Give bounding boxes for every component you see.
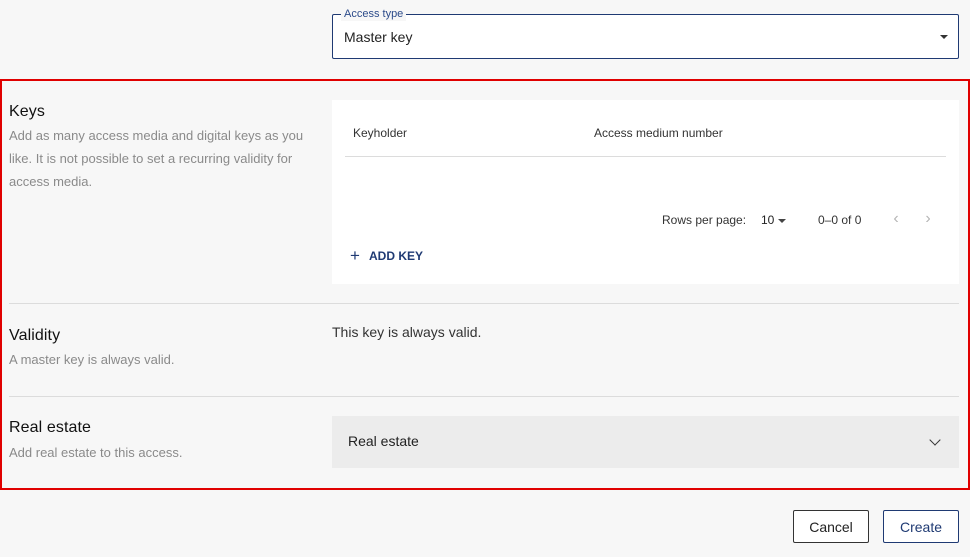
table-header-divider: [345, 156, 946, 157]
create-button[interactable]: Create: [883, 510, 959, 543]
validity-value-text: This key is always valid.: [332, 324, 482, 340]
add-key-button[interactable]: + ADD KEY: [349, 246, 423, 266]
rows-per-page-select[interactable]: 10: [761, 211, 791, 229]
keys-table-card: Keyholder Access medium number Rows per …: [332, 100, 959, 284]
access-type-legend: Access type: [341, 7, 407, 21]
rows-per-page-value: 10: [761, 213, 775, 227]
real-estate-section-description: Add real estate to this access.: [9, 445, 183, 460]
access-type-value: Master key: [344, 29, 413, 45]
section-divider: [9, 396, 959, 397]
cancel-button[interactable]: Cancel: [793, 510, 869, 543]
real-estate-select-label: Real estate: [348, 433, 419, 449]
add-key-label: ADD KEY: [369, 249, 424, 263]
caret-down-icon: [940, 35, 948, 39]
real-estate-section-title: Real estate: [9, 419, 92, 436]
next-page-icon[interactable]: ›: [920, 210, 936, 228]
plus-icon: +: [350, 246, 360, 265]
rows-per-page-label: Rows per page:: [662, 213, 747, 227]
section-divider: [9, 303, 959, 304]
caret-down-icon: [778, 219, 786, 223]
column-header-access-medium-number[interactable]: Access medium number: [594, 126, 723, 140]
chevron-down-icon: [929, 434, 941, 446]
access-form: Access type Master key Keys Add as many …: [0, 0, 970, 557]
pagination-range: 0–0 of 0: [818, 213, 862, 227]
keys-section-title: Keys: [9, 103, 45, 120]
real-estate-select[interactable]: Real estate: [332, 416, 959, 468]
validity-section-description: A master key is always valid.: [9, 352, 175, 367]
access-type-select[interactable]: Access type Master key: [332, 7, 959, 59]
keys-section-description: Add as many access media and digital key…: [9, 128, 304, 189]
column-header-keyholder[interactable]: Keyholder: [353, 126, 407, 140]
previous-page-icon[interactable]: ‹: [888, 210, 904, 228]
validity-section-title: Validity: [9, 327, 61, 344]
